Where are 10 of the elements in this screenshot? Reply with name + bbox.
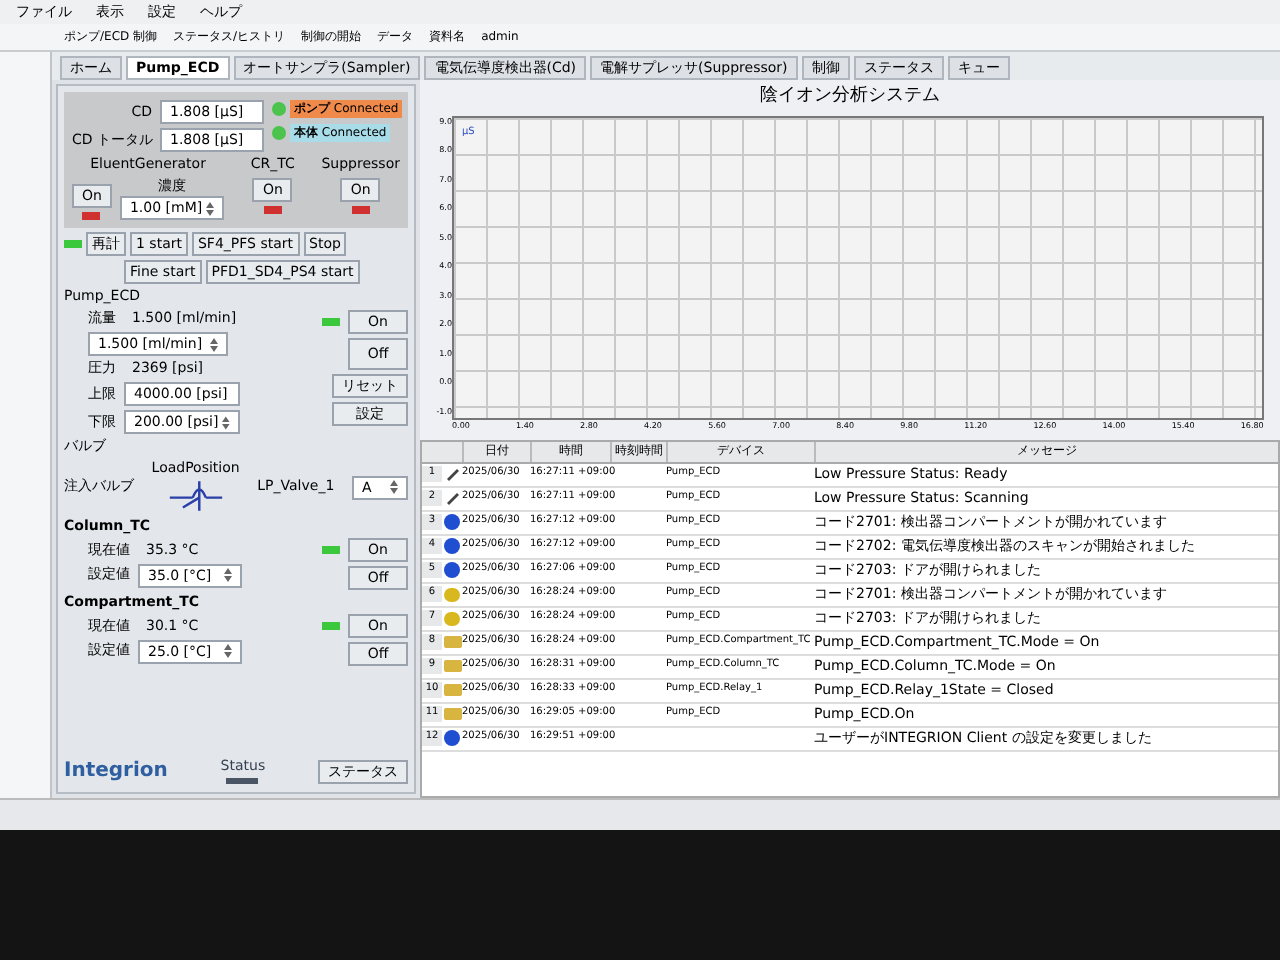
chart-title: 陰イオン分析システム bbox=[758, 83, 942, 110]
info-icon bbox=[444, 730, 460, 746]
spin-icon[interactable] bbox=[206, 201, 215, 215]
spin-icon[interactable] bbox=[224, 644, 232, 658]
brand-logo: Integrion bbox=[64, 758, 168, 786]
gauge-icon bbox=[226, 778, 259, 784]
spin-icon[interactable] bbox=[210, 337, 218, 351]
spin-icon[interactable] bbox=[222, 415, 230, 429]
spin-icon[interactable] bbox=[224, 568, 232, 582]
spin-icon[interactable] bbox=[389, 480, 398, 494]
